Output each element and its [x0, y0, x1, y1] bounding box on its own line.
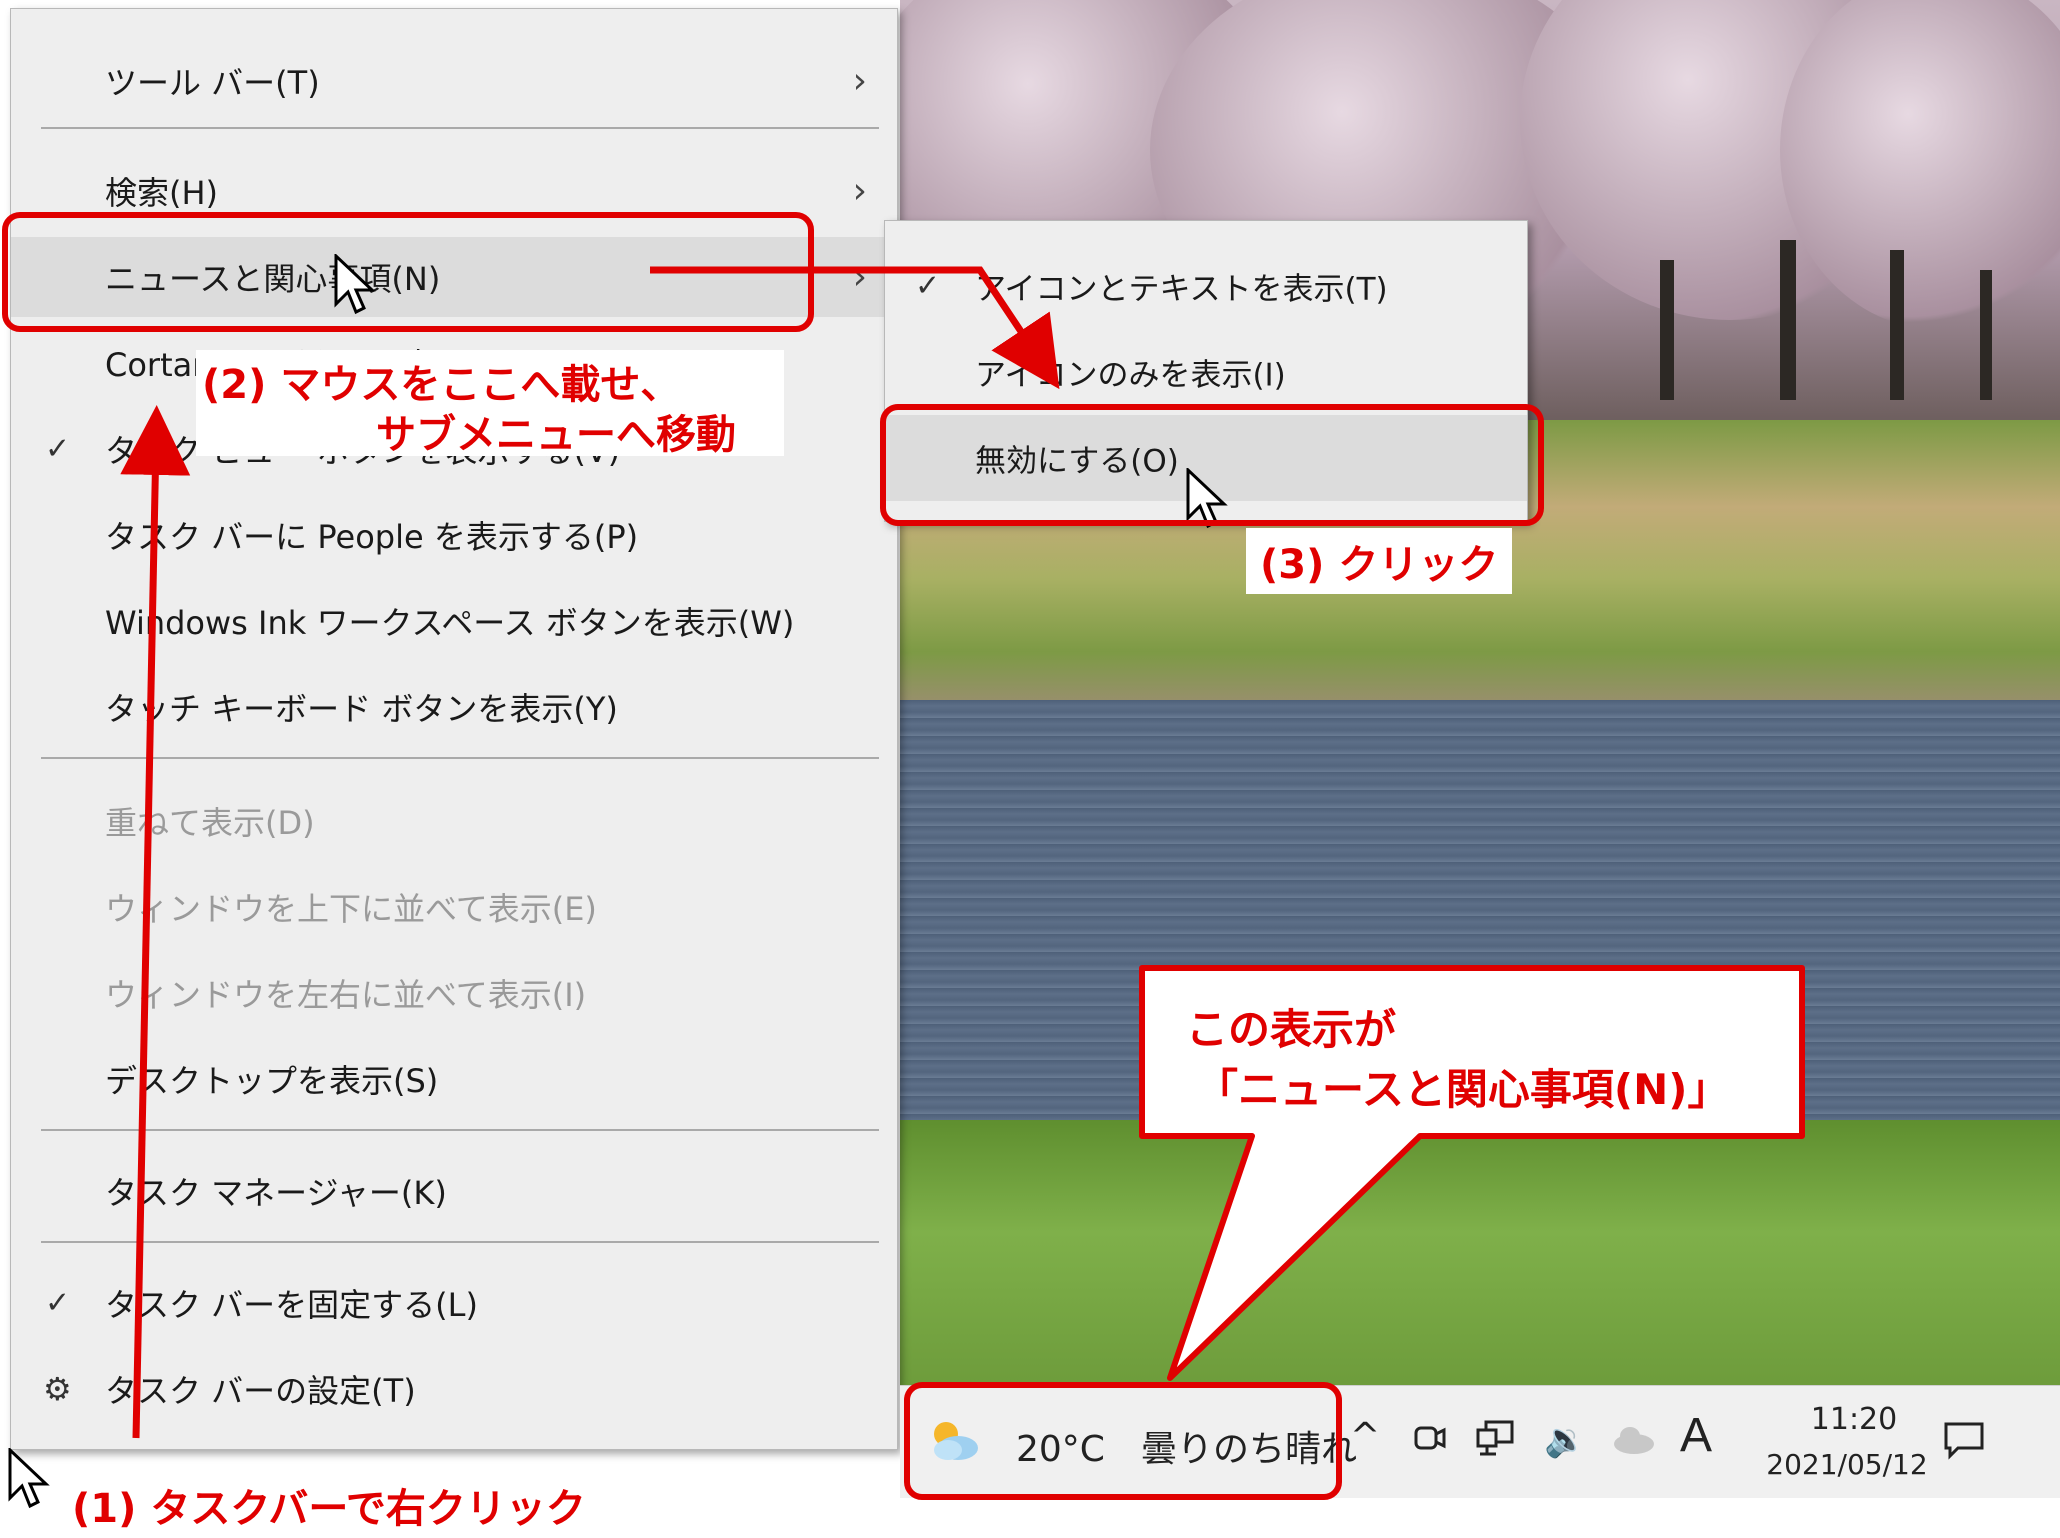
checkmark-icon: ✓ — [915, 268, 941, 304]
menu-separator — [41, 127, 879, 129]
desktop-wallpaper — [900, 0, 2060, 1390]
highlight-news-menu-item — [2, 212, 814, 332]
annotation-step1: (1) タスクバーで右クリック — [60, 1472, 632, 1538]
menu-item-label: タスク マネージャー(K) — [105, 1174, 447, 1212]
highlight-weather-widget — [904, 1382, 1342, 1500]
clock-time[interactable]: 11:20 — [1784, 1402, 1924, 1437]
menu-separator — [41, 1129, 879, 1131]
tree-trunk — [1660, 260, 1674, 400]
menu-separator — [41, 1241, 879, 1243]
checkmark-icon: ✓ — [45, 1285, 71, 1321]
menu-item-stack: ウィンドウを上下に並べて表示(E) — [11, 867, 897, 947]
menu-item-task-manager[interactable]: タスク マネージャー(K) — [11, 1151, 897, 1231]
annotation-step2-line2: サブメニューへ移動 — [376, 412, 736, 458]
menu-item-label: 重ねて表示(D) — [105, 804, 315, 842]
chevron-right-icon: › — [852, 256, 867, 298]
menu-item-label: ウィンドウを上下に並べて表示(E) — [105, 890, 597, 928]
menu-item-label: タスク バーを固定する(L) — [105, 1286, 478, 1324]
tree-trunk — [1980, 270, 1992, 400]
menu-item-label: タッチ キーボード ボタンを表示(Y) — [105, 690, 618, 728]
notification-center-icon[interactable] — [1942, 1420, 1986, 1460]
submenu-item-label: アイコンのみを表示(I) — [975, 357, 1286, 394]
menu-item-label: Windows Ink ワークスペース ボタンを表示(W) — [105, 604, 795, 642]
submenu-item-show-icon-and-text[interactable]: ✓ アイコンとテキストを表示(T) — [885, 243, 1527, 329]
menu-item-taskbar-settings[interactable]: ⚙ タスク バーの設定(T) — [11, 1349, 897, 1429]
gear-icon: ⚙ — [43, 1370, 72, 1408]
callout-line2: 「ニュースと関心事項(N)」 — [1196, 1065, 1730, 1114]
grass-foreground — [900, 1120, 2060, 1390]
menu-item-label: ウィンドウを左右に並べて表示(I) — [105, 976, 587, 1014]
menu-item-label: デスクトップを表示(S) — [105, 1062, 439, 1100]
menu-item-side-by-side: ウィンドウを左右に並べて表示(I) — [11, 953, 897, 1033]
menu-item-touch-keyboard[interactable]: タッチ キーボード ボタンを表示(Y) — [11, 667, 897, 747]
annotation-step3: (3) クリック — [1246, 528, 1513, 594]
checkmark-icon: ✓ — [45, 431, 71, 467]
clock-date[interactable]: 2021/05/12 — [1742, 1448, 1952, 1481]
menu-item-toolbars[interactable]: ツール バー(T) › — [11, 41, 897, 121]
menu-item-cascade: 重ねて表示(D) — [11, 781, 897, 861]
menu-item-show-desktop[interactable]: デスクトップを表示(S) — [11, 1039, 897, 1119]
menu-separator — [41, 757, 879, 759]
chevron-up-icon[interactable]: ^ — [1350, 1416, 1380, 1457]
submenu-item-show-icon-only[interactable]: アイコンのみを表示(I) — [885, 329, 1527, 415]
annotation-step2: (2) マウスをここへ載せ、 サブメニューへ移動 — [196, 350, 784, 458]
mouse-cursor-icon — [8, 1448, 50, 1509]
highlight-turn-off-item — [880, 404, 1544, 526]
menu-item-label: タスク バーに People を表示する(P) — [105, 518, 639, 556]
meet-now-icon[interactable] — [1412, 1420, 1448, 1456]
menu-item-label: ツール バー(T) — [105, 64, 320, 102]
onedrive-cloud-icon[interactable] — [1612, 1424, 1656, 1454]
submenu-item-label: アイコンとテキストを表示(T) — [975, 271, 1388, 308]
menu-item-windows-ink[interactable]: Windows Ink ワークスペース ボタンを表示(W) — [11, 581, 897, 661]
tree-trunk — [1890, 250, 1904, 400]
volume-icon[interactable]: 🔉 — [1544, 1420, 1586, 1460]
menu-item-people[interactable]: タスク バーに People を表示する(P) — [11, 495, 897, 575]
menu-item-lock-taskbar[interactable]: ✓ タスク バーを固定する(L) — [11, 1263, 897, 1343]
callout-line1: この表示が — [1186, 1005, 1397, 1054]
chevron-right-icon: › — [852, 60, 867, 102]
chevron-right-icon: › — [852, 170, 867, 212]
menu-item-label: 検索(H) — [105, 174, 219, 212]
ime-mode-indicator[interactable]: A — [1680, 1408, 1712, 1463]
network-icon[interactable] — [1476, 1420, 1516, 1458]
menu-item-label: タスク バーの設定(T) — [105, 1372, 416, 1410]
tree-trunk — [1780, 240, 1796, 400]
